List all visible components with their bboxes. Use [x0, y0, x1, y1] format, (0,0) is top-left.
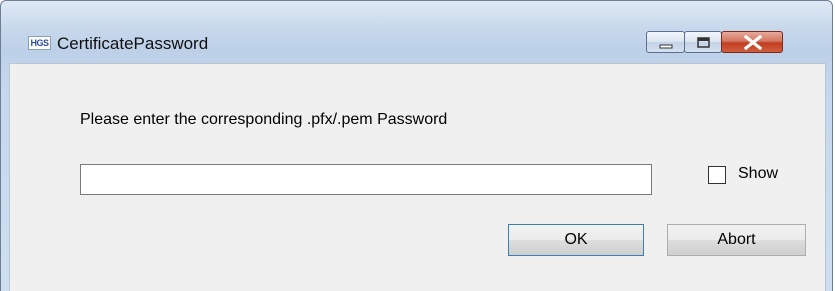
password-input[interactable]	[80, 164, 652, 195]
maximize-icon	[697, 37, 710, 48]
close-button[interactable]	[721, 31, 783, 53]
maximize-button[interactable]	[684, 31, 722, 53]
abort-button[interactable]: Abort	[667, 224, 806, 256]
app-logo-icon: HGS	[28, 36, 51, 50]
window-title: CertificatePassword	[57, 34, 209, 53]
minimize-icon	[659, 44, 673, 49]
title-bar[interactable]: HGS CertificatePassword	[1, 1, 832, 53]
dialog-body: Please enter the corresponding .pfx/.pem…	[9, 63, 826, 291]
certificate-password-window: HGS CertificatePassword Please enter the…	[0, 0, 833, 291]
password-prompt-label: Please enter the corresponding .pfx/.pem…	[80, 111, 448, 128]
minimize-button[interactable]	[646, 31, 685, 53]
ok-button[interactable]: OK	[508, 224, 644, 256]
show-password-label[interactable]: Show	[738, 165, 778, 183]
show-password-checkbox[interactable]	[708, 166, 726, 184]
close-icon	[743, 34, 763, 51]
